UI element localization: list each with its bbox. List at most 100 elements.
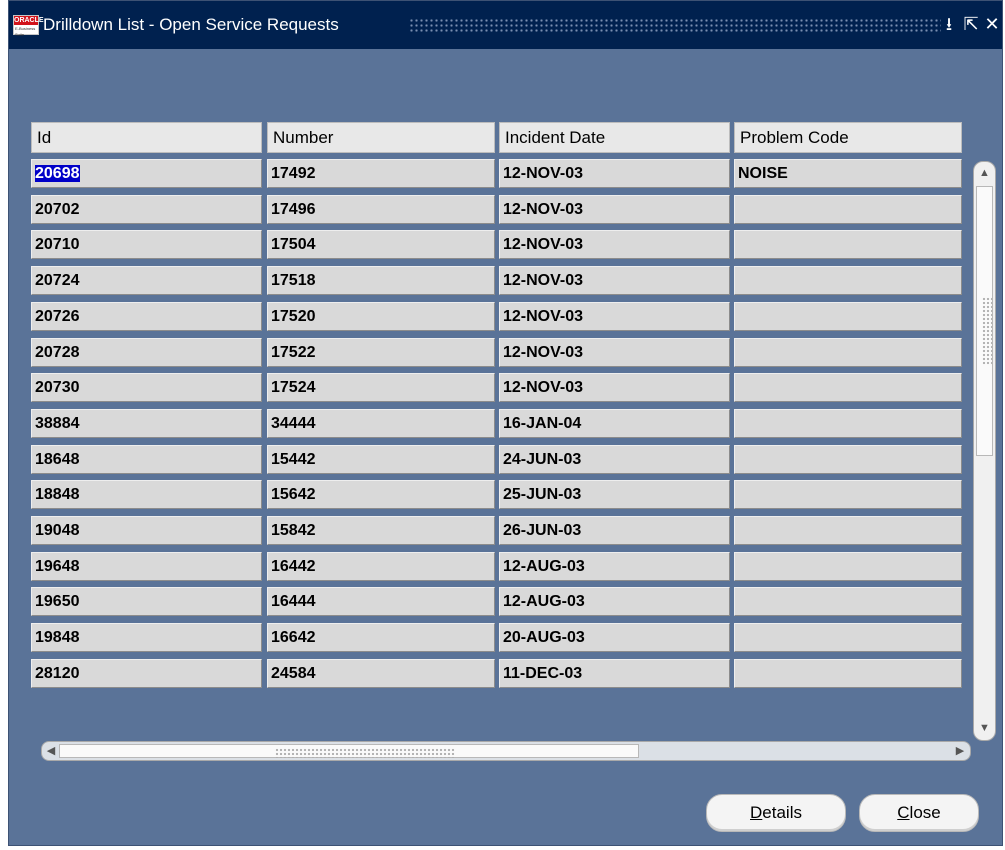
horizontal-scrollbar[interactable]: ◀ ▶ (41, 741, 971, 761)
cell-value: 25-JUN-03 (503, 486, 582, 503)
table-cell[interactable]: 11-DEC-03 (499, 659, 730, 688)
table-cell[interactable] (734, 516, 962, 545)
table-cell[interactable]: 38884 (31, 409, 262, 438)
table-cell[interactable]: 24-JUN-03 (499, 445, 730, 474)
table-cell[interactable]: 12-NOV-03 (499, 195, 730, 224)
table-cell[interactable]: 12-AUG-03 (499, 587, 730, 616)
maximize-icon[interactable]: ⇱ (960, 12, 982, 36)
table-cell[interactable]: 24584 (267, 659, 495, 688)
table-cell[interactable] (734, 623, 962, 652)
table-cell[interactable]: 12-NOV-03 (499, 266, 730, 295)
table-cell[interactable]: 17492 (267, 159, 495, 188)
table-cell[interactable]: 20726 (31, 302, 262, 331)
table-cell[interactable]: 17524 (267, 373, 495, 402)
drilldown-window: ORACLE E-Business Suite Drilldown List -… (8, 0, 1003, 846)
close-button[interactable]: Close (859, 794, 979, 832)
close-icon[interactable]: ✕ (981, 12, 1003, 36)
horizontal-scroll-thumb[interactable] (59, 744, 639, 758)
scroll-right-icon[interactable]: ▶ (953, 743, 967, 759)
cell-value: 20698 (35, 165, 80, 182)
cell-value: 11-DEC-03 (503, 665, 583, 682)
table-cell[interactable]: 15442 (267, 445, 495, 474)
window-title: Drilldown List - Open Service Requests (43, 15, 339, 34)
title-bar[interactable]: ORACLE E-Business Suite Drilldown List -… (9, 1, 1002, 49)
column-header[interactable]: Id (31, 122, 262, 153)
scroll-left-icon[interactable]: ◀ (44, 743, 58, 759)
column-header[interactable]: Number (267, 122, 495, 153)
scroll-down-icon[interactable]: ▼ (977, 720, 992, 736)
table-cell[interactable]: 20724 (31, 266, 262, 295)
table-cell[interactable] (734, 480, 962, 509)
table-cell[interactable]: 12-NOV-03 (499, 373, 730, 402)
cell-value: 16-JAN-04 (503, 415, 582, 432)
cell-value: 19650 (35, 593, 80, 610)
table-cell[interactable]: 25-JUN-03 (499, 480, 730, 509)
table-cell[interactable]: 26-JUN-03 (499, 516, 730, 545)
table-cell[interactable] (734, 266, 962, 295)
minimize-icon[interactable]: ⭳ (938, 12, 960, 36)
table-cell[interactable] (734, 195, 962, 224)
table-cell[interactable]: 19650 (31, 587, 262, 616)
table-cell[interactable]: 19848 (31, 623, 262, 652)
table-cell[interactable]: 12-NOV-03 (499, 159, 730, 188)
cell-value: 12-NOV-03 (503, 165, 584, 182)
table-cell[interactable] (734, 373, 962, 402)
cell-value: 16442 (271, 558, 316, 575)
cell-value: 12-NOV-03 (503, 272, 584, 289)
table-cell[interactable]: 17518 (267, 266, 495, 295)
column-header[interactable]: Incident Date (499, 122, 730, 153)
column-header[interactable]: Problem Code (734, 122, 962, 153)
table-cell[interactable]: 16444 (267, 587, 495, 616)
table-cell[interactable]: 12-NOV-03 (499, 338, 730, 367)
cell-value: 20726 (35, 308, 80, 325)
table-cell[interactable] (734, 445, 962, 474)
cell-value: 16642 (271, 629, 316, 646)
table-cell[interactable]: 20698 (31, 159, 262, 188)
table-cell[interactable]: 15642 (267, 480, 495, 509)
title-drag-grip[interactable] (409, 18, 941, 32)
cell-value: 20-AUG-03 (503, 629, 585, 646)
table-cell[interactable] (734, 302, 962, 331)
table-cell[interactable]: 19648 (31, 552, 262, 581)
table-cell[interactable]: 34444 (267, 409, 495, 438)
cell-value: 17524 (271, 379, 316, 396)
scroll-up-icon[interactable]: ▲ (977, 165, 992, 181)
table-cell[interactable]: 17520 (267, 302, 495, 331)
table-cell[interactable]: 20710 (31, 230, 262, 259)
table-cell[interactable]: 17522 (267, 338, 495, 367)
table-cell[interactable]: 12-NOV-03 (499, 230, 730, 259)
table-cell[interactable] (734, 338, 962, 367)
vertical-scrollbar[interactable]: ▲ ▼ (973, 161, 996, 741)
cell-value: 17496 (271, 201, 316, 218)
table-cell[interactable]: 18848 (31, 480, 262, 509)
table-cell[interactable]: 16442 (267, 552, 495, 581)
table-cell[interactable]: 28120 (31, 659, 262, 688)
table-cell[interactable]: NOISE (734, 159, 962, 188)
table-cell[interactable]: 20-AUG-03 (499, 623, 730, 652)
table-cell[interactable] (734, 552, 962, 581)
table-cell[interactable]: 12-NOV-03 (499, 302, 730, 331)
table-cell[interactable]: 17504 (267, 230, 495, 259)
table-cell[interactable]: 18648 (31, 445, 262, 474)
table-cell[interactable]: 16-JAN-04 (499, 409, 730, 438)
vertical-grip-dots (982, 297, 992, 365)
table-cell[interactable] (734, 587, 962, 616)
table-cell[interactable] (734, 230, 962, 259)
details-label: etails (762, 803, 802, 822)
cell-value: 20728 (35, 344, 80, 361)
table-cell[interactable]: 16642 (267, 623, 495, 652)
table-cell[interactable]: 20730 (31, 373, 262, 402)
table-cell[interactable]: 15842 (267, 516, 495, 545)
table-cell[interactable] (734, 659, 962, 688)
vertical-scroll-thumb[interactable] (976, 186, 993, 456)
table-cell[interactable]: 17496 (267, 195, 495, 224)
table-cell[interactable]: 19048 (31, 516, 262, 545)
cell-value: 20702 (35, 201, 80, 218)
details-button[interactable]: Details (706, 794, 846, 832)
table-cell[interactable]: 20702 (31, 195, 262, 224)
cell-value: 16444 (271, 593, 316, 610)
cell-value: 15642 (271, 486, 316, 503)
table-cell[interactable]: 12-AUG-03 (499, 552, 730, 581)
table-cell[interactable] (734, 409, 962, 438)
table-cell[interactable]: 20728 (31, 338, 262, 367)
